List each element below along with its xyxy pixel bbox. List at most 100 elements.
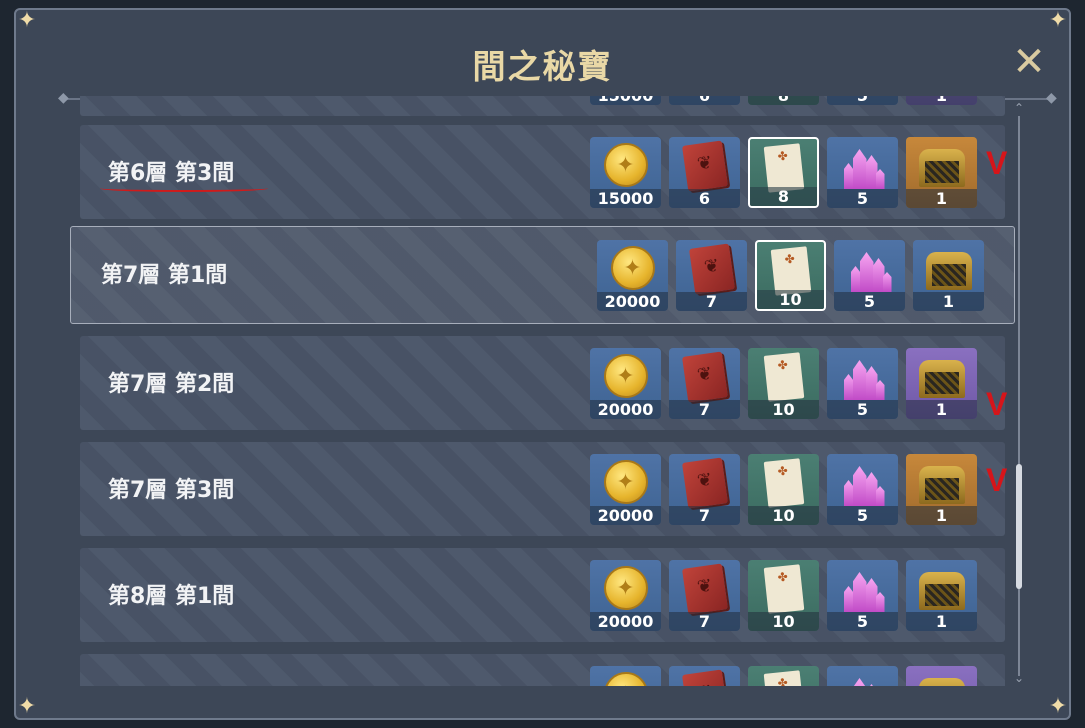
book-icon bbox=[681, 669, 728, 686]
reward-item-coin[interactable] bbox=[590, 666, 661, 686]
scroll-icon bbox=[770, 246, 811, 296]
reward-items: 20000 7 10 51 bbox=[597, 240, 984, 311]
reward-items bbox=[590, 666, 977, 686]
scroll-icon bbox=[763, 670, 804, 686]
item-count: 6 bbox=[669, 96, 740, 105]
item-count: 7 bbox=[676, 292, 747, 311]
reward-item-book[interactable]: 7 bbox=[669, 560, 740, 631]
coin-icon bbox=[610, 246, 655, 290]
item-count: 10 bbox=[748, 506, 819, 525]
reward-items: 20000 7 10 51 bbox=[590, 454, 977, 525]
item-count: 20000 bbox=[590, 400, 661, 419]
reward-item-coin[interactable]: 15000 bbox=[590, 137, 661, 208]
item-count: 1 bbox=[906, 96, 977, 105]
reward-item-chest[interactable]: 1 bbox=[913, 240, 984, 311]
reward-item-book[interactable] bbox=[669, 666, 740, 686]
red-underline-annotation bbox=[100, 185, 268, 192]
reward-item-chest[interactable]: 1 bbox=[906, 560, 977, 631]
scroll-icon bbox=[763, 143, 804, 193]
coin-icon bbox=[603, 566, 648, 610]
item-count: 8 bbox=[750, 187, 817, 206]
chest-icon bbox=[918, 149, 965, 187]
item-count: 7 bbox=[669, 506, 740, 525]
reward-item-coin[interactable]: 20000 bbox=[590, 454, 661, 525]
reward-item-chest[interactable] bbox=[906, 666, 977, 686]
reward-items: 20000 7 10 51 bbox=[590, 560, 977, 631]
reward-item-crystal[interactable]: 5 bbox=[827, 560, 898, 631]
floor-chamber-row[interactable]: 15000 6851 bbox=[80, 96, 1005, 116]
item-count: 5 bbox=[834, 292, 905, 311]
reward-list[interactable]: 150006851第6層 第3間150006851V第7層 第1間2000071… bbox=[0, 96, 1085, 686]
chest-icon bbox=[918, 678, 965, 686]
red-check-annotation: V bbox=[986, 145, 1008, 181]
reward-items: 15000 6851 bbox=[590, 137, 977, 208]
item-count: 1 bbox=[906, 612, 977, 631]
item-count: 1 bbox=[906, 506, 977, 525]
reward-item-crystal[interactable]: 5 bbox=[827, 348, 898, 419]
reward-item-scroll[interactable]: 8 bbox=[748, 96, 819, 105]
item-count: 1 bbox=[913, 292, 984, 311]
corner-star-icon: ✦ bbox=[17, 8, 37, 33]
item-count: 7 bbox=[669, 400, 740, 419]
reward-item-chest[interactable]: 1 bbox=[906, 348, 977, 419]
reward-item-book[interactable]: 7 bbox=[669, 454, 740, 525]
item-count: 1 bbox=[906, 400, 977, 419]
floor-chamber-row[interactable]: 第8層 第1間 20000 7 10 51 bbox=[80, 548, 1005, 642]
reward-item-crystal[interactable]: 5 bbox=[827, 454, 898, 525]
reward-item-scroll[interactable]: 10 bbox=[755, 240, 826, 311]
reward-item-book[interactable]: 7 bbox=[676, 240, 747, 311]
floor-chamber-row[interactable]: 第7層 第1間 20000 7 10 51 bbox=[70, 226, 1015, 324]
reward-item-chest[interactable]: 1 bbox=[906, 137, 977, 208]
floor-chamber-row[interactable]: 第7層 第3間 20000 7 10 51 bbox=[80, 442, 1005, 536]
chamber-label: 第6層 第3間 bbox=[108, 161, 235, 186]
reward-item-coin[interactable]: 20000 bbox=[597, 240, 668, 311]
corner-star-icon: ✦ bbox=[1048, 694, 1068, 719]
reward-item-book[interactable]: 6 bbox=[669, 96, 740, 105]
reward-item-crystal[interactable]: 5 bbox=[834, 240, 905, 311]
item-count: 20000 bbox=[590, 612, 661, 631]
reward-item-coin[interactable]: 20000 bbox=[590, 560, 661, 631]
scroll-thumb[interactable] bbox=[1016, 464, 1022, 589]
reward-item-chest[interactable]: 1 bbox=[906, 454, 977, 525]
reward-item-scroll[interactable]: 8 bbox=[748, 137, 819, 208]
reward-item-coin[interactable]: 20000 bbox=[590, 348, 661, 419]
item-count: 5 bbox=[827, 189, 898, 208]
crystal-icon bbox=[840, 460, 886, 506]
dialog-title: 間之秘寶 bbox=[472, 47, 613, 86]
floor-chamber-row[interactable]: 第6層 第3間 15000 6851 bbox=[80, 125, 1005, 219]
coin-icon bbox=[603, 672, 648, 686]
reward-item-scroll[interactable]: 10 bbox=[748, 348, 819, 419]
reward-item-coin[interactable]: 15000 bbox=[590, 96, 661, 105]
chest-icon bbox=[918, 466, 965, 504]
reward-item-book[interactable]: 6 bbox=[669, 137, 740, 208]
chest-icon bbox=[918, 360, 965, 398]
floor-chamber-row[interactable] bbox=[80, 654, 1005, 686]
item-count: 7 bbox=[669, 612, 740, 631]
scroll-down-icon[interactable]: ⌄ bbox=[1012, 672, 1026, 684]
scroll-icon bbox=[763, 352, 804, 402]
reward-item-scroll[interactable]: 10 bbox=[748, 454, 819, 525]
reward-item-chest[interactable]: 1 bbox=[906, 96, 977, 105]
scroll-track[interactable] bbox=[1018, 116, 1020, 676]
item-count: 10 bbox=[757, 290, 824, 309]
book-icon bbox=[681, 140, 728, 192]
red-check-annotation: V bbox=[986, 462, 1008, 498]
crystal-icon bbox=[840, 566, 886, 612]
close-icon[interactable]: ✕ bbox=[1009, 42, 1049, 82]
reward-item-scroll[interactable] bbox=[748, 666, 819, 686]
item-count: 15000 bbox=[590, 189, 661, 208]
reward-item-book[interactable]: 7 bbox=[669, 348, 740, 419]
scrollbar[interactable]: ⌃ ⌄ bbox=[1014, 102, 1024, 684]
chamber-label: 第8層 第1間 bbox=[108, 584, 235, 609]
item-count: 5 bbox=[827, 506, 898, 525]
crystal-icon bbox=[840, 672, 886, 686]
scroll-up-icon[interactable]: ⌃ bbox=[1012, 102, 1026, 114]
item-count: 10 bbox=[748, 612, 819, 631]
reward-item-crystal[interactable]: 5 bbox=[827, 137, 898, 208]
red-check-annotation: V bbox=[986, 386, 1008, 422]
floor-chamber-row[interactable]: 第7層 第2間 20000 7 10 51 bbox=[80, 336, 1005, 430]
reward-item-scroll[interactable]: 10 bbox=[748, 560, 819, 631]
reward-item-crystal[interactable] bbox=[827, 666, 898, 686]
reward-item-crystal[interactable]: 5 bbox=[827, 96, 898, 105]
reward-items: 15000 6851 bbox=[590, 96, 977, 105]
